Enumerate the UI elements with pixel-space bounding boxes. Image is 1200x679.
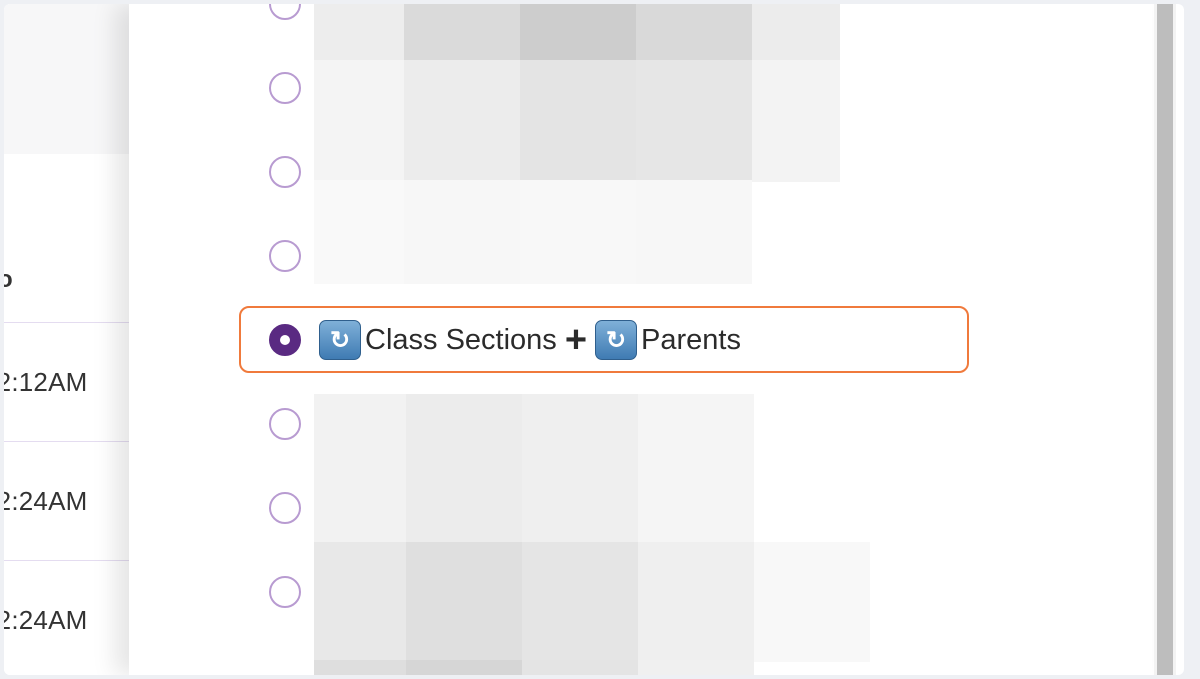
parents-app-icon: ↻	[595, 320, 638, 360]
row-time: 02:12AM	[4, 366, 88, 397]
background-table: o 02:12AM 02:24AM 02:24AM	[4, 4, 144, 675]
selection-drawer: ↻ Class Sections + ↻ Parents	[129, 4, 1152, 675]
background-column-header: o	[4, 266, 13, 293]
radio-button[interactable]	[269, 4, 301, 20]
selected-option-label[interactable]: ↻ Class Sections + ↻ Parents	[319, 318, 741, 362]
class-sections-app-icon: ↻	[319, 320, 361, 360]
table-row[interactable]: 02:24AM	[4, 441, 144, 560]
source-app-name: Class Sections	[365, 323, 557, 356]
radio-button[interactable]	[269, 240, 301, 272]
table-row[interactable]: 02:24AM	[4, 560, 144, 675]
radio-option[interactable]	[129, 60, 1129, 182]
row-time: 02:24AM	[4, 485, 88, 516]
row-time: 02:24AM	[4, 604, 88, 635]
radio-option[interactable]	[129, 542, 1129, 662]
blurred-label	[314, 542, 870, 662]
radio-button[interactable]	[269, 156, 301, 188]
radio-option[interactable]	[129, 4, 1129, 62]
radio-option[interactable]	[129, 228, 1129, 288]
radio-option[interactable]	[129, 394, 1129, 544]
radio-option[interactable]	[129, 480, 1129, 540]
blurred-label	[314, 660, 754, 675]
table-row[interactable]: 02:12AM	[4, 322, 144, 441]
screen-frame: o 02:12AM 02:24AM 02:24AM	[4, 4, 1184, 675]
radio-button[interactable]	[269, 492, 301, 524]
radio-button[interactable]	[269, 576, 301, 608]
radio-button-selected[interactable]	[269, 324, 301, 356]
radio-button[interactable]	[269, 408, 301, 440]
plus-icon: +	[564, 319, 588, 361]
radio-button[interactable]	[269, 72, 301, 104]
drawer-scrollbar[interactable]	[1154, 4, 1176, 675]
blurred-label	[314, 4, 840, 62]
target-app-name: Parents	[641, 323, 741, 356]
scrollbar-thumb[interactable]	[1157, 4, 1173, 675]
background-header-band	[4, 4, 144, 154]
